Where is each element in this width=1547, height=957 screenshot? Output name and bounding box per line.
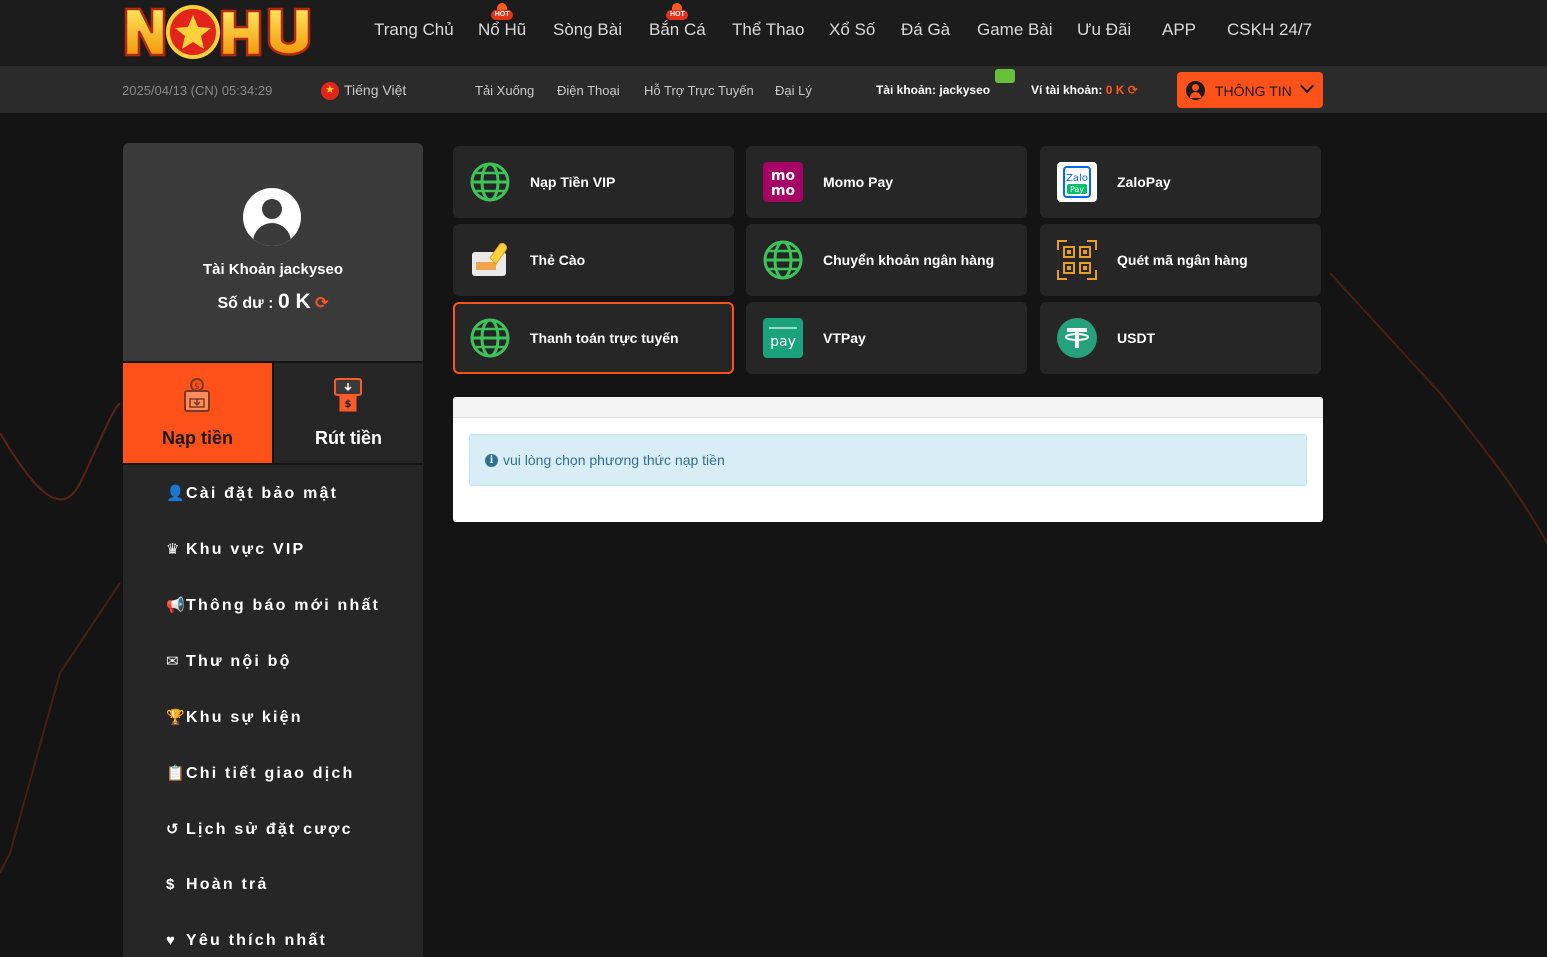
menu-vip-area[interactable]: ♛ Khu vực VIP xyxy=(166,540,305,559)
refresh-icon[interactable]: ⟳ xyxy=(315,293,328,313)
tab-deposit[interactable]: $ Nạp tiền xyxy=(123,363,272,463)
globe-icon xyxy=(470,318,510,358)
account-info: Tài khoản: jackyseo xyxy=(876,83,991,97)
user-lock-icon: 👤 xyxy=(166,485,185,502)
sub-bar: 2025/04/13 (CN) 05:34:29 ★ Tiếng Việt Tả… xyxy=(0,66,1547,113)
vip-crown-icon: ♛ xyxy=(166,541,180,558)
panel-header xyxy=(453,397,1323,418)
heart-icon: ♥ xyxy=(166,932,175,949)
scratch-card-icon xyxy=(472,243,507,276)
vietnam-flag-icon[interactable]: ★ xyxy=(321,82,339,100)
info-dropdown-button[interactable]: THÔNG TIN xyxy=(1177,72,1323,108)
menu-events[interactable]: 🏆Khu sự kiện xyxy=(166,708,303,727)
hot-badge: HOT xyxy=(666,3,689,21)
dollar-coin-icon: $ xyxy=(166,876,175,893)
clipboard-icon: 📋 xyxy=(166,765,185,782)
payment-bank-transfer[interactable]: Chuyển khoản ngân hàng xyxy=(746,224,1027,296)
profile-username: Tài Khoản jackyseo xyxy=(202,261,344,278)
momo-icon: mo mo xyxy=(763,162,803,202)
avatar-icon xyxy=(243,188,301,246)
payment-online[interactable]: Thanh toán trực tuyến xyxy=(453,302,734,374)
globe-icon xyxy=(763,240,803,280)
payment-zalopay[interactable]: Zalo Pay ZaloPay xyxy=(1040,146,1321,218)
top-nav: Trang Chủ HOT Nổ Hũ Sòng Bài HOT Bắn Cá … xyxy=(0,0,1547,66)
nav-da-ga[interactable]: Đá Gà xyxy=(901,20,950,40)
tab-withdraw[interactable]: $ Rút tiền xyxy=(274,363,423,463)
wallet-info: Ví tài khoản: 0 K ⟳ xyxy=(1031,83,1138,97)
refresh-icon[interactable]: ⟳ xyxy=(1128,83,1138,97)
profile-balance: Số dư : 0 K ⟳ xyxy=(217,290,329,313)
payment-scratch-card[interactable]: Thẻ Cào xyxy=(453,224,734,296)
nav-app[interactable]: APP xyxy=(1162,20,1196,40)
svg-text:mo: mo xyxy=(771,183,796,199)
svg-text:Pay: Pay xyxy=(1070,185,1084,194)
logo-graphic xyxy=(124,5,311,59)
megaphone-icon: 📢 xyxy=(166,597,185,614)
globe-icon xyxy=(470,162,510,202)
hot-badge: HOT xyxy=(491,3,514,21)
nav-the-thao[interactable]: Thể Thao xyxy=(732,20,804,40)
message-icon[interactable] xyxy=(995,69,1015,83)
qr-code-icon xyxy=(1057,240,1097,280)
nav-game-bai[interactable]: Game Bài xyxy=(977,20,1053,40)
envelope-icon: ✉ xyxy=(166,653,179,670)
menu-security-settings[interactable]: 👤Cài đặt bảo mật xyxy=(166,484,338,503)
link-download[interactable]: Tải Xuống xyxy=(475,83,534,98)
nav-song-bai[interactable]: Sòng Bài xyxy=(553,20,622,40)
trophy-icon: 🏆 xyxy=(166,709,185,726)
payment-bank-qr[interactable]: Quét mã ngân hàng xyxy=(1040,224,1321,296)
nav-no-hu[interactable]: HOT Nổ Hũ xyxy=(478,3,526,40)
datetime: 2025/04/13 (CN) 05:34:29 xyxy=(122,83,273,98)
svg-text:$: $ xyxy=(345,399,352,410)
menu-latest-notices[interactable]: 📢Thông báo mới nhất xyxy=(166,596,380,615)
payment-vtpay[interactable]: pay VTPay xyxy=(746,302,1027,374)
menu-rebate[interactable]: $ Hoàn trả xyxy=(166,876,269,894)
nohu-logo[interactable] xyxy=(123,3,318,61)
nav-xo-so[interactable]: Xổ Số xyxy=(829,20,875,40)
deposit-form-panel: i vui lòng chọn phương thức nạp tiền xyxy=(453,397,1323,522)
payment-usdt[interactable]: USDT xyxy=(1040,302,1321,374)
history-icon: ↺ xyxy=(166,821,179,838)
user-circle-icon xyxy=(1186,81,1205,100)
link-phone[interactable]: Điện Thoại xyxy=(557,83,620,98)
link-online-support[interactable]: Hỗ Trợ Trực Tuyến xyxy=(644,83,754,98)
nav-trang-chu[interactable]: Trang Chủ xyxy=(374,20,454,40)
deposit-icon: $ xyxy=(184,378,210,412)
svg-text:pay: pay xyxy=(770,334,796,350)
withdraw-icon: $ xyxy=(334,378,362,412)
svg-text:Zalo: Zalo xyxy=(1066,173,1088,184)
profile-card: Tài Khoản jackyseo Số dư : 0 K ⟳ xyxy=(123,143,423,361)
menu-favorites[interactable]: ♥ Yêu thích nhất xyxy=(166,932,327,950)
nav-ban-ca[interactable]: HOT Bắn Cá xyxy=(649,3,706,40)
chevron-down-icon xyxy=(1299,78,1315,94)
nav-uu-dai[interactable]: Ưu Đãi xyxy=(1077,20,1131,40)
menu-transactions[interactable]: 📋Chi tiết giao dịch xyxy=(166,764,355,783)
link-agent[interactable]: Đại Lý xyxy=(775,83,812,98)
vtpay-icon: pay xyxy=(763,318,803,358)
menu-internal-mail[interactable]: ✉ Thư nội bộ xyxy=(166,652,292,671)
payment-momo[interactable]: mo mo Momo Pay xyxy=(746,146,1027,218)
zalopay-icon: Zalo Pay xyxy=(1057,162,1097,202)
language-select[interactable]: Tiếng Việt xyxy=(344,82,406,98)
payment-vip-deposit[interactable]: Nạp Tiền VIP xyxy=(453,146,734,218)
nav-cskh[interactable]: CSKH 24/7 xyxy=(1227,20,1312,40)
account-menu: 👤Cài đặt bảo mật ♛ Khu vực VIP 📢Thông báo… xyxy=(123,465,423,957)
info-alert: i vui lòng chọn phương thức nạp tiền xyxy=(469,434,1307,486)
menu-bet-history[interactable]: ↺ Lịch sử đặt cược xyxy=(166,820,353,839)
info-icon: i xyxy=(485,454,498,467)
svg-text:mo: mo xyxy=(771,168,796,184)
tether-icon xyxy=(1057,318,1097,358)
